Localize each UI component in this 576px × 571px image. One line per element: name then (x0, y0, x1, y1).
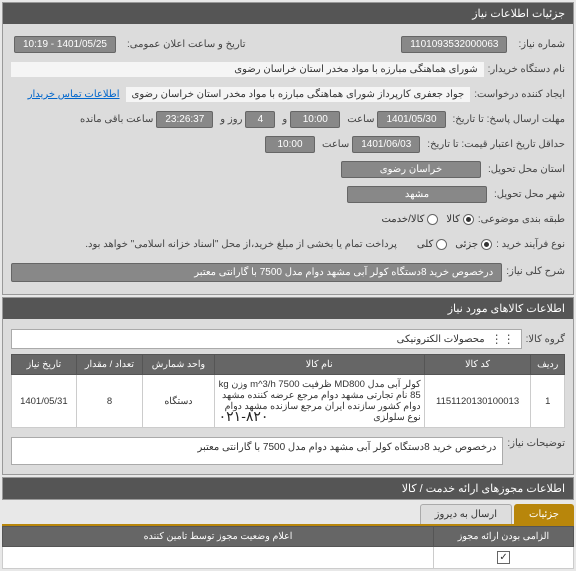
credit-time: 10:00 (265, 136, 315, 153)
permits-panel: اطلاعات مجوزهای ارائه خدمت / کالا (2, 477, 574, 500)
buyer-label: نام دستگاه خریدار: (488, 64, 565, 75)
credit-date: 1401/06/03 (352, 136, 420, 153)
cell-row: 1 (531, 375, 565, 428)
col-unit: واحد شمارش (143, 355, 214, 375)
classify-label: طبقه بندی موضوعی: (478, 214, 565, 225)
classify-goods-label: کالا (446, 214, 460, 225)
tree-icon: ⋮⋮ (491, 332, 515, 346)
items-header: اطلاعات کالاهای مورد نیاز (3, 298, 573, 319)
notes-value: درخصوص خرید 8دستگاه کولر آبی مشهد دوام م… (11, 437, 503, 465)
buytype-full-label: کلی (417, 239, 433, 250)
classify-service-option[interactable]: کالا/خدمت (381, 214, 438, 225)
table-row: ✓ (3, 547, 574, 569)
buytype-label: نوع فرآیند خرید : (496, 239, 565, 250)
deadline-time: 10:00 (290, 111, 340, 128)
classify-radio-group: کالا کالا/خدمت (381, 214, 473, 225)
radio-checked-icon (481, 239, 492, 250)
items-title: اطلاعات کالاهای مورد نیاز (448, 302, 565, 315)
credit-label: حداقل تاریخ اعتبار قیمت: تا تاریخ: (427, 139, 565, 150)
deadline-date: 1401/05/30 (377, 111, 445, 128)
buytype-full-option[interactable]: کلی (417, 239, 447, 250)
province-value: خراسان رضوی (341, 161, 481, 178)
buyer-contact-link[interactable]: اطلاعات تماس خریدار (28, 89, 120, 100)
group-value: محصولات الکترونیکی (397, 334, 485, 345)
cell-date: 1401/05/31 (12, 375, 77, 428)
permit-check-cell: ✓ (434, 547, 574, 569)
permits-header: اطلاعات مجوزهای ارائه خدمت / کالا (3, 478, 573, 499)
bottom-table: الزامی بودن ارائه مجوز اعلام وضعیت مجوز … (2, 526, 574, 569)
cell-unit: دستگاه (143, 375, 214, 428)
days-post: روز و (220, 114, 242, 125)
desc-label: شرح کلی نیاز: (506, 263, 565, 277)
cell-code: 1151120130100013 (424, 375, 531, 428)
tab-details[interactable]: جزئیات (514, 504, 574, 524)
time-label-1: ساعت (347, 114, 374, 125)
col-name: نام کالا (214, 355, 424, 375)
classify-goods-option[interactable]: کالا (446, 214, 474, 225)
items-table: ردیف کد کالا نام کالا واحد شمارش تعداد /… (11, 354, 565, 428)
creator-value: جواد جعفری کارپرداز شورای هماهنگی مبارزه… (126, 87, 471, 102)
classify-service-label: کالا/خدمت (381, 214, 424, 225)
permits-title: اطلاعات مجوزهای ارائه خدمت / کالا (402, 482, 565, 495)
buytype-note: پرداخت تمام یا بخشی از مبلغ خرید،از محل … (85, 239, 397, 250)
countdown-value: 23:26:37 (156, 111, 213, 128)
time-label-2: ساعت (322, 139, 349, 150)
radio-unchecked-icon (436, 239, 447, 250)
need-info-panel: جزئیات اطلاعات نیاز شماره نیاز: 11010935… (2, 2, 574, 295)
watermark-phone: ۰۲۱-۸۲۰ (219, 408, 269, 425)
city-label: شهر محل تحویل: (494, 189, 565, 200)
province-label: استان محل تحویل: (488, 164, 565, 175)
permit-status-cell (3, 547, 434, 569)
group-label: گروه کالا: (526, 334, 565, 345)
cell-name: کولر آبی مدل MD800 ظرفیت m^3/h 7500 وزن … (214, 375, 424, 428)
radio-unchecked-icon (427, 214, 438, 225)
buytype-partial-option[interactable]: جزئی (455, 239, 492, 250)
col-date: تاریخ نیاز (12, 355, 77, 375)
city-value: مشهد (347, 186, 487, 203)
need-no-label: شماره نیاز: (518, 39, 565, 50)
items-panel: اطلاعات کالاهای مورد نیاز گروه کالا: ⋮⋮ … (2, 297, 574, 475)
table-row[interactable]: 1 1151120130100013 کولر آبی مدل MD800 ظر… (12, 375, 565, 428)
permit-checkbox[interactable]: ✓ (497, 551, 510, 564)
need-no-value: 1101093532000063 (401, 36, 507, 53)
days-pre: و (282, 114, 287, 125)
buytype-partial-label: جزئی (455, 239, 478, 250)
announce-value: 1401/05/25 - 10:19 (14, 36, 116, 53)
bottom-col1: الزامی بودن ارائه مجوز (434, 527, 574, 547)
notes-label: توضیحات نیاز: (507, 434, 565, 449)
col-qty: تعداد / مقدار (76, 355, 143, 375)
tab-send[interactable]: ارسال به دیروز (420, 504, 512, 524)
deadline-label: مهلت ارسال پاسخ: تا تاریخ: (453, 114, 565, 125)
announce-label: تاریخ و ساعت اعلان عمومی: (127, 39, 246, 50)
bottom-section: جزئیات ارسال به دیروز الزامی بودن ارائه … (2, 504, 574, 569)
bottom-tabs: جزئیات ارسال به دیروز (2, 504, 574, 526)
radio-checked-icon (463, 214, 474, 225)
buyer-value: شورای هماهنگی مبارزه با مواد مخدر استان … (11, 62, 484, 77)
need-info-header: جزئیات اطلاعات نیاز (3, 3, 573, 24)
buytype-radio-group: جزئی کلی (417, 239, 492, 250)
countdown-post: ساعت باقی مانده (80, 114, 153, 125)
days-left: 4 (245, 111, 275, 128)
need-description: درخصوص خرید 8دستگاه کولر آبی مشهد دوام م… (11, 263, 502, 282)
product-group-select[interactable]: ⋮⋮ محصولات الکترونیکی (11, 329, 522, 349)
creator-label: ایجاد کننده درخواست: (474, 89, 565, 100)
bottom-col2: اعلام وضعیت مجوز توسط تامین کننده (3, 527, 434, 547)
panel-title: جزئیات اطلاعات نیاز (472, 7, 565, 20)
col-code: کد کالا (424, 355, 531, 375)
cell-qty: 8 (76, 375, 143, 428)
col-row: ردیف (531, 355, 565, 375)
